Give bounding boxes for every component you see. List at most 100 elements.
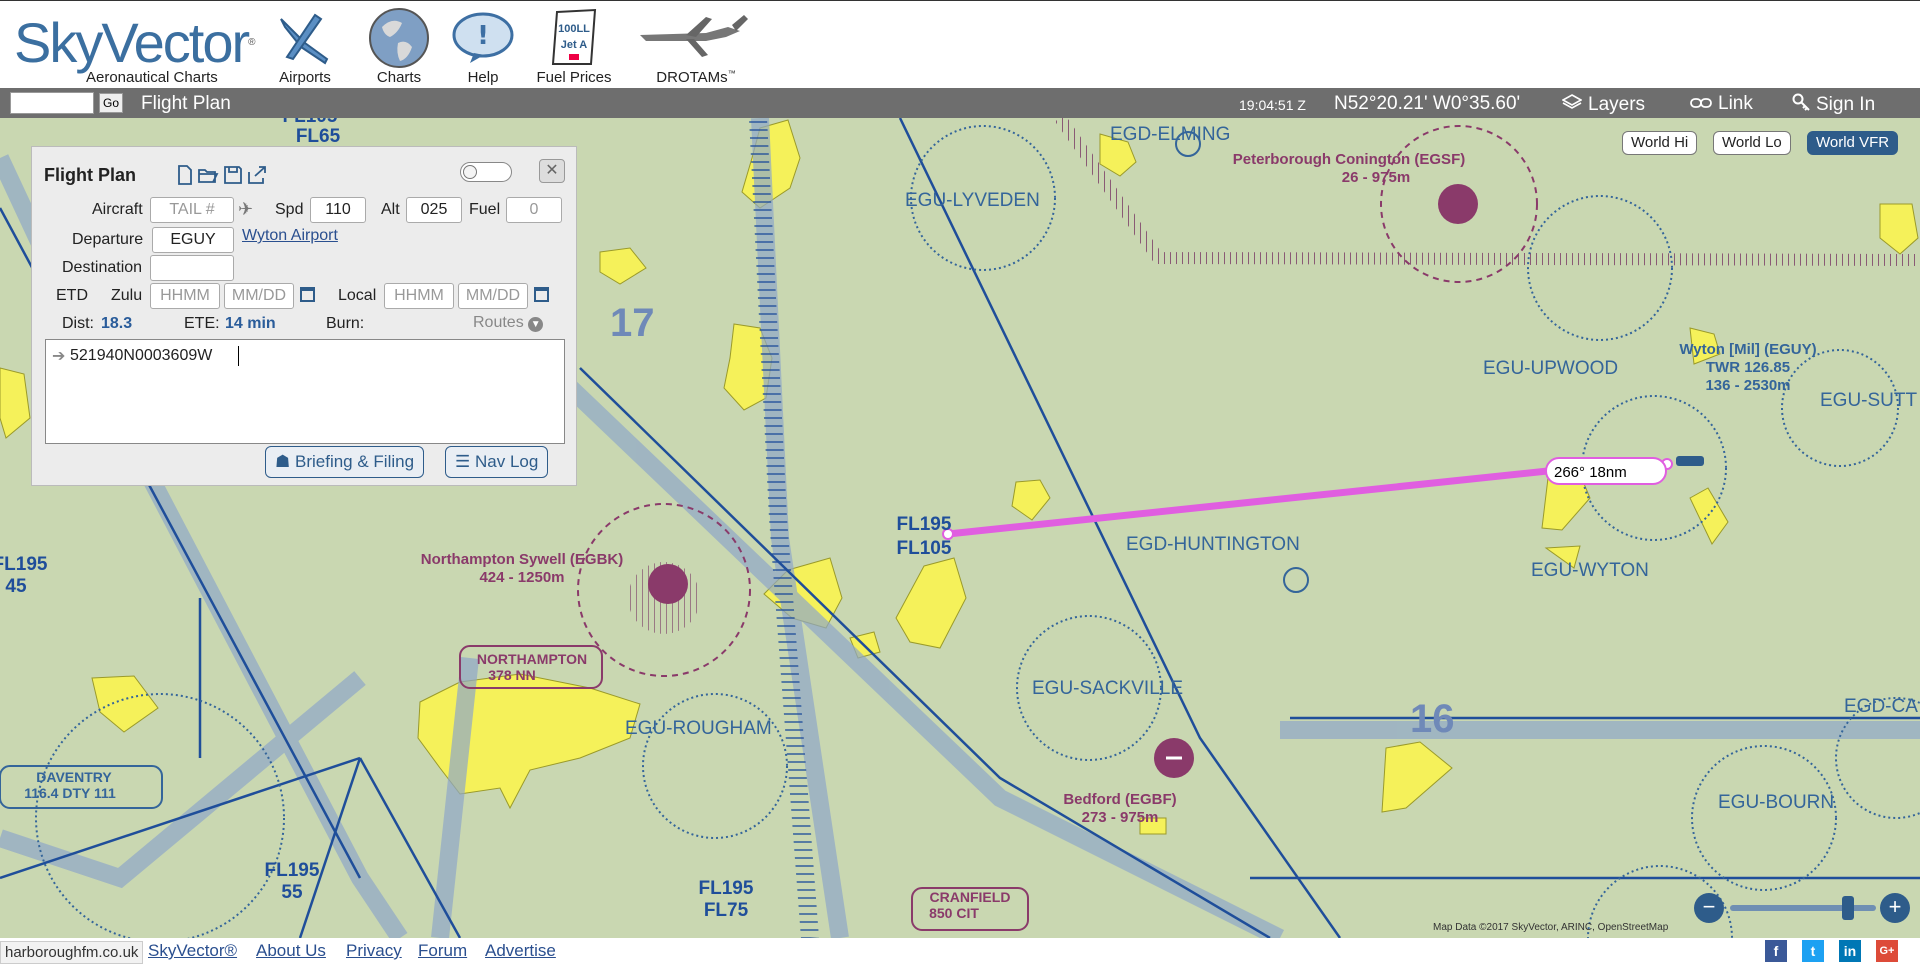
help-bubble-icon: !: [450, 7, 516, 69]
nav-airports[interactable]: Airports: [272, 7, 338, 86]
svg-text:136 - 2530m: 136 - 2530m: [1705, 377, 1790, 394]
search-input[interactable]: [10, 92, 94, 114]
zulu-time-input[interactable]: HHMM: [150, 283, 220, 309]
footer-advertise-link[interactable]: Advertise: [485, 941, 556, 961]
share-icon: [248, 166, 266, 184]
peterborough-airport-icon[interactable]: [1438, 184, 1478, 224]
ete-value: 14 min: [225, 315, 276, 332]
footer-skyvector-link[interactable]: SkyVector®: [148, 941, 237, 961]
flight-plan-panel: Flight Plan ✕ Aircraft TAIL # ✈ Spd 110 …: [31, 146, 577, 486]
altitude-input[interactable]: 025: [406, 197, 462, 223]
nav-charts-label: Charts: [376, 69, 422, 86]
aircraft-airplane-icon[interactable]: ✈: [238, 199, 253, 220]
svg-text:CRANFIELD: CRANFIELD: [930, 889, 1011, 905]
zoom-out-button[interactable]: −: [1694, 893, 1724, 923]
svg-text:TWR 126.85: TWR 126.85: [1706, 359, 1790, 376]
departure-label: Departure: [72, 231, 144, 248]
footer-about-link[interactable]: About Us: [256, 941, 326, 961]
chevron-down-icon: ▼: [528, 317, 544, 332]
save-icon: [224, 166, 242, 184]
local-time-input[interactable]: HHMM: [384, 283, 454, 309]
nav-drotams[interactable]: DROTAMs™: [636, 7, 756, 86]
world-lo-button[interactable]: World Lo: [1713, 131, 1791, 155]
tagline: Aeronautical Charts: [86, 69, 218, 86]
route-textarea[interactable]: ➔ 521940N0003609W: [45, 339, 565, 444]
ete-label: ETE:: [184, 315, 220, 332]
zoom-slider-track[interactable]: [1730, 905, 1876, 911]
route-text: 521940N0003609W: [70, 347, 213, 364]
twitter-icon[interactable]: t: [1802, 940, 1824, 962]
footer-privacy-link[interactable]: Privacy: [346, 941, 402, 961]
departure-input[interactable]: EGUY: [152, 227, 234, 253]
svg-text:EGU-SACKVILLE: EGU-SACKVILLE: [1032, 678, 1183, 699]
text-cursor: [238, 346, 239, 366]
airplane-icon: [272, 7, 338, 69]
close-icon[interactable]: ✕: [539, 159, 565, 183]
burn-label: Burn:: [326, 315, 365, 332]
destination-input[interactable]: [150, 255, 234, 281]
flight-plan-toggle-switch[interactable]: [460, 162, 512, 182]
map-attribution: Map Data ©2017 SkyVector, ARINC, OpenStr…: [1433, 922, 1669, 933]
svg-text:Wyton [Mil] (EGUY): Wyton [Mil] (EGUY): [1679, 341, 1816, 358]
zoom-control[interactable]: − +: [1694, 893, 1916, 923]
svg-text:273 - 975m: 273 - 975m: [1082, 809, 1159, 826]
world-vfr-button[interactable]: World VFR: [1807, 131, 1899, 155]
sign-in-label: Sign In: [1816, 94, 1876, 115]
zoom-in-button[interactable]: +: [1880, 893, 1910, 923]
fuel-label: Fuel: [469, 201, 501, 218]
sywell-airport-icon[interactable]: [648, 564, 688, 604]
footer-forum-link[interactable]: Forum: [418, 941, 467, 961]
flight-plan-file-icons: [178, 165, 266, 185]
briefing-filing-button[interactable]: ☗ Briefing & Filing: [265, 446, 425, 478]
zoom-slider-handle[interactable]: [1842, 896, 1854, 920]
sign-in-button[interactable]: Sign In: [1792, 93, 1875, 117]
nav-help-label: Help: [467, 69, 499, 86]
footer: harboroughfm.co.uk SkyVector® About Us P…: [0, 938, 1920, 965]
zulu-calendar-icon[interactable]: [300, 287, 315, 302]
svg-text:55: 55: [281, 882, 303, 903]
etd-label: ETD: [56, 287, 88, 304]
class-d-zones: [577, 125, 1538, 677]
nav-help[interactable]: ! Help: [450, 7, 516, 86]
go-button[interactable]: Go: [99, 93, 123, 113]
zulu-date-input[interactable]: MM/DD: [224, 283, 294, 309]
utc-time: 19:04:51 Z: [1239, 97, 1306, 113]
departure-airport-link[interactable]: Wyton Airport: [242, 227, 338, 245]
svg-text:EGU-UPWOOD: EGU-UPWOOD: [1483, 358, 1618, 379]
svg-text:Peterborough Conington (EGSF): Peterborough Conington (EGSF): [1233, 151, 1465, 168]
key-icon: [1792, 93, 1810, 117]
svg-text:FL105: FL105: [897, 538, 952, 559]
aircraft-input[interactable]: TAIL #: [150, 197, 234, 223]
flight-plan-toggle[interactable]: Flight Plan: [141, 93, 231, 115]
skyvector-logo[interactable]: SkyVector® Aeronautical Charts: [14, 15, 256, 87]
fuel-tag-line-2: Jet A: [561, 39, 588, 51]
linkedin-icon[interactable]: in: [1839, 940, 1861, 962]
local-date-input[interactable]: MM/DD: [458, 283, 528, 309]
svg-text:EGD-ELMING: EGD-ELMING: [1110, 124, 1230, 145]
layers-button[interactable]: Layers: [1561, 93, 1646, 117]
link-button[interactable]: Link: [1690, 93, 1753, 115]
local-calendar-icon[interactable]: [534, 287, 549, 302]
routes-dropdown[interactable]: Routes ▼: [473, 314, 544, 332]
fuel-tag-line-1: 100LL: [558, 23, 590, 35]
world-hi-button[interactable]: World Hi: [1622, 131, 1698, 155]
destination-label: Destination: [62, 259, 143, 276]
svg-text:FL195: FL195: [265, 860, 320, 881]
google-plus-icon[interactable]: G+: [1876, 940, 1898, 962]
nav-fuel-prices[interactable]: 100LL Jet A Fuel Prices: [534, 7, 614, 86]
layers-label: Layers: [1588, 94, 1646, 115]
nav-log-button[interactable]: ☰ Nav Log: [445, 446, 549, 478]
globe-icon: [364, 7, 434, 69]
svg-text:FL195: FL195: [897, 514, 952, 535]
fuel-tag-icon: 100LL Jet A: [534, 7, 614, 69]
speed-input[interactable]: 110: [310, 197, 366, 223]
fuel-input[interactable]: 0: [506, 197, 562, 223]
nav-airports-label: Airports: [279, 69, 331, 86]
flight-plan-title: Flight Plan: [44, 165, 136, 185]
facebook-icon[interactable]: f: [1765, 940, 1787, 962]
nav-fuel-label: Fuel Prices: [536, 69, 612, 86]
svg-text:FL195: FL195: [699, 878, 754, 899]
top-toolbar: Go Flight Plan 19:04:51 Z N52°20.21' W0°…: [0, 88, 1920, 118]
drone-icon: [636, 7, 756, 69]
nav-charts[interactable]: Charts: [364, 7, 434, 86]
